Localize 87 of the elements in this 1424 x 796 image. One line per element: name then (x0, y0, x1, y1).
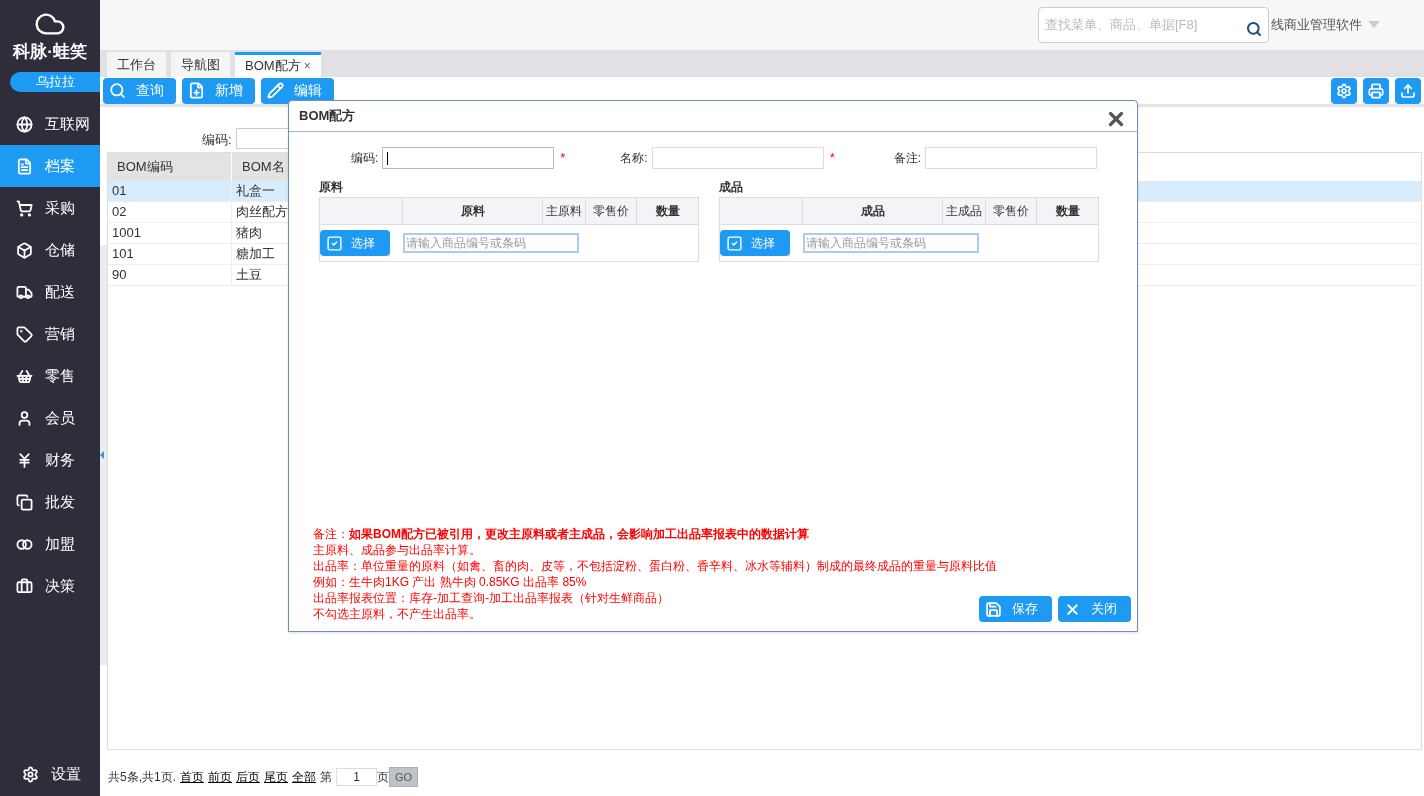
column-header: 数量 (654, 203, 681, 220)
pagination-summary: 共5条,共1页. (108, 769, 176, 786)
note-text: 主原料、成品参与出品率计算。 (313, 542, 481, 558)
pagination-link[interactable]: 全部 (292, 768, 316, 786)
field-label: 编码: (351, 150, 379, 167)
sidebar-item[interactable]: 财务 (0, 439, 100, 481)
dialog-title: BOM配方 (299, 107, 356, 126)
cart-icon (16, 199, 33, 217)
tab[interactable]: BOM配方 × (235, 52, 321, 77)
upload-icon (1400, 82, 1416, 99)
globe-icon (16, 115, 33, 133)
tag-icon (16, 325, 33, 343)
column-header: BOM编码 (108, 153, 232, 181)
sidebar-item[interactable]: 批发 (0, 481, 100, 523)
table-cell: 01 (108, 181, 232, 201)
search-icon (109, 82, 126, 99)
column-header: 原料 (403, 198, 543, 224)
page-label: 页 (377, 769, 389, 786)
page-input[interactable]: 1 (336, 768, 377, 786)
document-icon (16, 157, 33, 175)
checkbox-icon (326, 234, 343, 252)
pagination-link[interactable]: 尾页 (264, 768, 288, 786)
tool-button[interactable] (1331, 77, 1357, 104)
tool-button[interactable] (1395, 77, 1421, 104)
copy-icon (16, 493, 33, 511)
go-button[interactable]: GO (389, 767, 419, 787)
printer-icon (1368, 82, 1384, 99)
checkbox-icon (726, 234, 743, 252)
note-text: 出品率：单位重量的原料（如禽、畜的肉、皮等，不包括淀粉、蛋白粉、香辛料、冰水等辅料）制成的最终成品的重量与原料比值 (313, 558, 997, 574)
required-mark: * (560, 149, 567, 168)
required-mark: * (829, 149, 836, 168)
collapse-arrow-icon[interactable] (100, 451, 104, 459)
column-header: 零售价 (586, 198, 637, 224)
field-label: 备注: (893, 150, 922, 167)
tab-close-button[interactable]: × (303, 57, 311, 75)
note-text: 出品率报表位置：库存-加工查询-加工出品率报表（针对生鲜商品） (313, 590, 669, 606)
field-label: 名称: (620, 150, 648, 167)
settings-icon (1336, 82, 1352, 99)
section-title: 原料 (319, 179, 344, 196)
page-label: 第 (320, 769, 332, 786)
text-field[interactable] (651, 147, 824, 169)
filter-label: 编码: (202, 130, 232, 149)
sidebar-item[interactable]: 配送 (0, 271, 100, 313)
note-text: 不勾选主原料，不产生出品率。 (313, 606, 481, 622)
tab[interactable]: 导航图 (171, 52, 230, 77)
section-title: 成品 (719, 179, 744, 196)
table-cell: 101 (108, 244, 232, 264)
box-icon (16, 241, 33, 259)
table-cell: 1001 (108, 223, 232, 243)
sidebar-item[interactable]: 会员 (0, 397, 100, 439)
note-text: 例如：生牛肉1KG 产出 熟牛肉 0.85KG 出品率 85% (313, 574, 587, 590)
note-text: 备注：如果BOM配方已被引用，更改主原料或者主成品，会影响加工出品率报表中的数据计算 (313, 526, 809, 542)
sidebar-item[interactable]: 采购 (0, 187, 100, 229)
settings-icon (22, 765, 39, 783)
sidebar-item[interactable]: 零售 (0, 355, 100, 397)
column-header: 主成品 (943, 198, 986, 224)
basket-icon (16, 367, 33, 385)
truck-icon (16, 283, 33, 301)
save-icon (985, 600, 1002, 618)
column-header: 成品 (803, 198, 943, 224)
column-header: 数量 (1054, 203, 1081, 220)
column-header: 零售价 (986, 198, 1037, 224)
pagination-link[interactable]: 前页 (208, 768, 232, 786)
search-icon (1246, 21, 1262, 37)
yen-icon (16, 451, 33, 469)
pagination-link[interactable]: 首页 (180, 768, 204, 786)
pencil-icon (267, 82, 284, 99)
pagination-link[interactable]: 后页 (236, 768, 260, 786)
app-name[interactable]: 线商业管理软件 (1271, 15, 1362, 35)
user-icon (16, 409, 33, 427)
briefcase-icon (16, 577, 33, 595)
sidebar-item[interactable]: 营销 (0, 313, 100, 355)
logo-text: 科脉·蛙笑 (13, 41, 87, 63)
sidebar-item[interactable]: 互联网 (0, 103, 100, 145)
sidebar-item[interactable]: 仓储 (0, 229, 100, 271)
dropdown-caret-icon (1368, 21, 1380, 29)
table-cell: 02 (108, 202, 232, 222)
text-field[interactable] (925, 147, 1098, 169)
tool-button[interactable] (1363, 77, 1389, 104)
column-header: 主原料 (543, 198, 586, 224)
text-field[interactable] (382, 147, 555, 169)
sidebar-item[interactable]: 设置 (0, 753, 100, 795)
sidebar-item[interactable]: 决策 (0, 565, 100, 607)
table-cell: 90 (108, 265, 232, 285)
sidebar-item[interactable]: 加盟 (0, 523, 100, 565)
tab[interactable]: 工作台 (107, 52, 166, 77)
add-file-icon (188, 82, 205, 99)
